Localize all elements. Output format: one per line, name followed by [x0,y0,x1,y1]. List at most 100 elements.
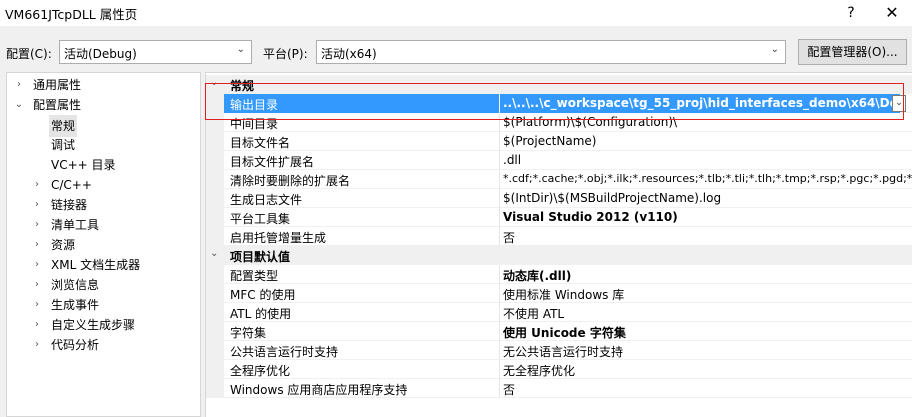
property-name: 生成日志文件 [230,193,303,207]
property-value[interactable]: 无全程序优化 [503,362,575,379]
property-row-windows-store-app-support[interactable]: Windows 应用商店应用程序支持 否 [206,379,912,398]
help-button[interactable]: ? [838,2,864,24]
chevron-down-icon[interactable]: ⌄ [210,77,218,88]
chevron-down-icon[interactable]: ⌄ [210,248,218,259]
tree-item-label: 代码分析 [51,338,100,352]
property-value[interactable]: $(Platform)\$(Configuration)\ [503,115,677,129]
property-name: 清除时要删除的扩展名 [230,174,351,188]
chevron-right-icon[interactable]: › [31,235,43,255]
property-row-intermediate-directory[interactable]: 中间目录 $(Platform)\$(Configuration)\ [206,113,912,132]
row-gutter [206,360,224,379]
property-value[interactable]: *.cdf;*.cache;*.obj;*.ilk;*.resources;*.… [503,172,912,185]
column-divider [499,208,500,227]
config-select[interactable]: 活动(Debug) ⌄ [59,40,252,64]
property-row-clr-support[interactable]: 公共语言运行时支持 无公共语言运行时支持 [206,341,912,360]
property-name: 目标文件扩展名 [230,155,315,169]
chevron-down-icon[interactable]: ⌄ [892,95,906,112]
property-row-use-of-mfc[interactable]: MFC 的使用 使用标准 Windows 库 [206,284,912,303]
category-label: 项目默认值 [230,250,291,264]
property-value[interactable]: Visual Studio 2012 (v110) [503,210,678,224]
tree-item-label: VC++ 目录 [51,158,116,172]
property-name: 启用托管增量生成 [230,231,327,245]
column-divider [499,227,500,246]
column-divider [499,189,500,208]
row-gutter [206,322,224,341]
row-gutter [206,132,224,151]
property-row-character-set[interactable]: 字符集 使用 Unicode 字符集 [206,322,912,341]
property-value[interactable]: 使用标准 Windows 库 [503,286,624,303]
row-gutter [206,265,224,284]
property-value[interactable]: ..\..\..\c_workspace\tg_55_proj\hid_inte… [503,96,912,110]
property-name: 中间目录 [230,117,279,131]
property-row-target-name[interactable]: 目标文件名 $(ProjectName) [206,132,912,151]
row-gutter [206,113,224,132]
chevron-right-icon[interactable]: › [31,195,43,215]
row-gutter [206,189,224,208]
platform-value: 活动(x64) [321,47,377,61]
property-name: 配置类型 [230,269,279,283]
platform-select[interactable]: 活动(x64) ⌄ [316,40,786,64]
row-gutter [206,303,224,322]
property-row-target-extension[interactable]: 目标文件扩展名 .dll [206,151,912,170]
property-name: MFC 的使用 [230,288,296,302]
chevron-right-icon[interactable]: › [31,335,43,355]
chevron-right-icon[interactable]: › [31,295,43,315]
chevron-right-icon[interactable]: › [31,175,43,195]
chevron-right-icon[interactable]: › [31,255,43,275]
chevron-right-icon[interactable]: › [31,315,43,335]
configuration-manager-button[interactable]: 配置管理器(O)... [798,39,907,65]
column-divider [499,341,500,360]
column-divider [499,113,500,132]
tree-item-label: 通用属性 [33,78,82,92]
tree-item-label: 自定义生成步骤 [51,318,136,332]
property-row-managed-incremental-build[interactable]: 启用托管增量生成 否 [206,227,912,246]
close-button[interactable]: ✕ [874,2,910,24]
tree-item-label: 配置属性 [33,98,82,112]
chevron-right-icon[interactable]: › [31,215,43,235]
tree-item-label: 浏览信息 [51,278,100,292]
column-divider [499,379,500,398]
property-grid: ⌄ 常规 输出目录 ..\..\..\c_workspace\tg_55_pro… [205,72,912,417]
config-label: 配置(C): [6,47,52,61]
property-name: 公共语言运行时支持 [230,345,339,359]
property-row-whole-program-optimization[interactable]: 全程序优化 无全程序优化 [206,360,912,379]
column-divider [499,303,500,322]
column-divider [499,284,500,303]
property-tree: › 通用属性 ⌄ 配置属性 常规 调试 VC++ 目录 › C/C++ › 链接… [6,72,201,417]
column-divider [499,360,500,379]
property-value[interactable]: $(IntDir)\$(MSBuildProjectName).log [503,191,721,205]
property-row-configuration-type[interactable]: 配置类型 动态库(.dll) [206,265,912,284]
property-name: 输出目录 [230,98,279,112]
column-divider [499,322,500,341]
property-value[interactable]: .dll [503,153,521,167]
property-row-build-log-file[interactable]: 生成日志文件 $(IntDir)\$(MSBuildProjectName).l… [206,189,912,208]
chevron-right-icon[interactable]: › [31,275,43,295]
property-value[interactable]: 使用 Unicode 字符集 [503,324,626,341]
property-value[interactable]: $(ProjectName) [503,134,596,148]
category-project-defaults[interactable]: ⌄ 项目默认值 [206,246,912,265]
property-name: 目标文件名 [230,136,291,150]
property-row-platform-toolset[interactable]: 平台工具集 Visual Studio 2012 (v110) [206,208,912,227]
window-title: VM661JTcpDLL 属性页 [5,7,138,22]
chevron-down-icon: ⌄ [236,44,245,55]
property-value[interactable]: 不使用 ATL [503,305,564,322]
chevron-right-icon[interactable]: › [13,75,25,95]
column-divider [499,265,500,284]
property-value[interactable]: 无公共语言运行时支持 [503,343,623,360]
property-row-use-of-atl[interactable]: ATL 的使用 不使用 ATL [206,303,912,322]
category-general[interactable]: ⌄ 常规 [206,75,912,94]
chevron-down-icon[interactable]: ⌄ [13,95,25,115]
property-name: Windows 应用商店应用程序支持 [230,383,408,397]
platform-label: 平台(P): [263,47,308,61]
column-divider [499,151,500,170]
chevron-down-icon: ⌄ [770,44,779,55]
property-row-extensions-to-delete[interactable]: 清除时要删除的扩展名 *.cdf;*.cache;*.obj;*.ilk;*.r… [206,170,912,189]
property-value[interactable]: 否 [503,229,515,246]
property-value[interactable]: 否 [503,381,515,398]
property-value[interactable]: 动态库(.dll) [503,267,571,284]
row-gutter [206,227,224,246]
property-row-output-directory[interactable]: 输出目录 ..\..\..\c_workspace\tg_55_proj\hid… [206,94,912,113]
row-gutter [206,170,224,189]
row-gutter [206,208,224,227]
row-gutter [206,379,224,398]
